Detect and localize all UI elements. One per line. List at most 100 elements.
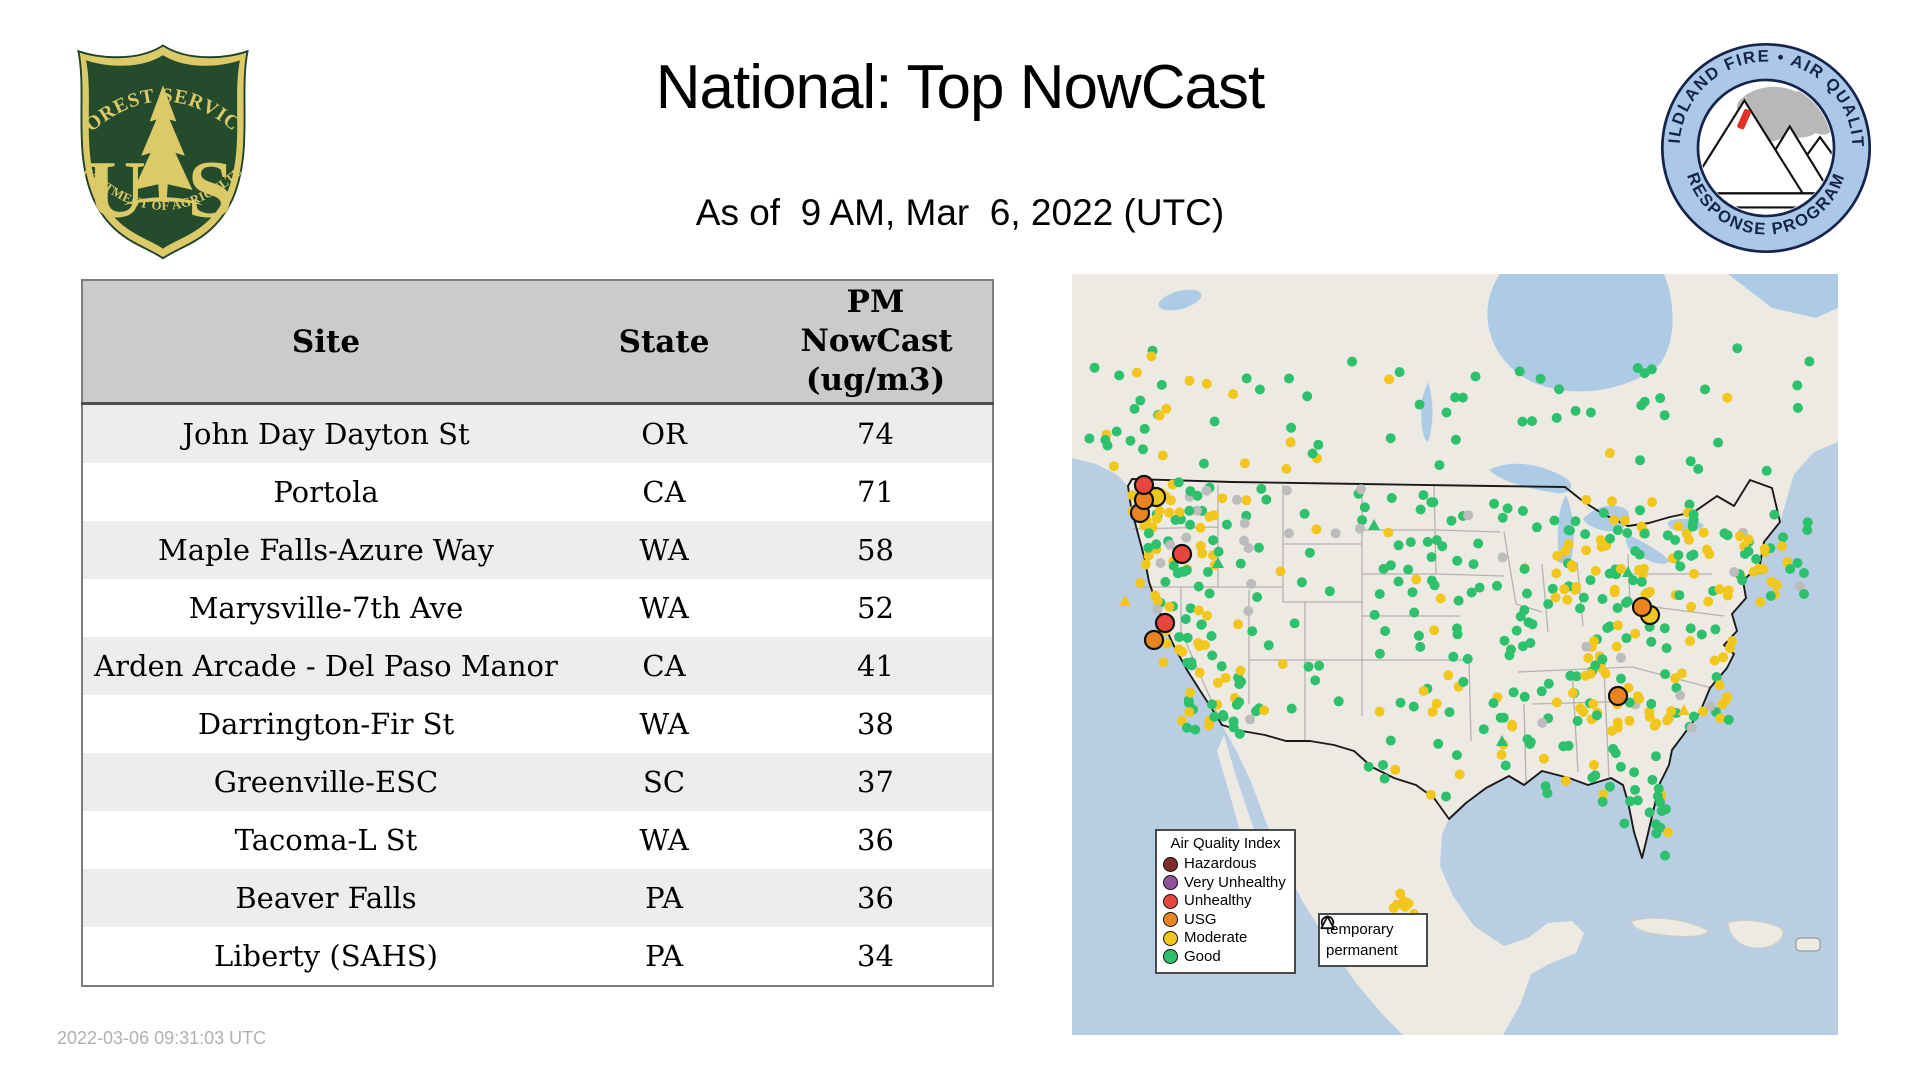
top-site-marker [1133,474,1155,496]
station-dot [1114,370,1125,381]
station-dot [1547,583,1558,594]
station-dot [1630,784,1640,795]
station-dot [1182,632,1193,643]
station-dot [1452,629,1463,640]
station-dot [1206,631,1217,641]
aqi-legend-item: Hazardous [1163,855,1288,874]
station-dot [1195,540,1206,551]
station-dot [1428,497,1439,508]
station-dot [1405,537,1416,548]
station-dot [1435,593,1446,604]
station-dot [1792,558,1803,568]
state-cell: OR [641,417,687,451]
station-dot [1089,362,1100,373]
value-cell: 36 [857,823,894,857]
station-dot [1426,552,1437,563]
station-dot [1296,577,1307,588]
station-dot [1799,589,1809,600]
station-dot [1560,546,1571,556]
station-dot [1415,504,1426,515]
station-dot [1403,898,1414,909]
station-dot [1732,343,1743,354]
station-dot [1239,458,1250,469]
station-dot [1639,396,1650,407]
station-dot [1150,590,1161,601]
station-dot [1495,712,1506,723]
station-dot [1157,450,1168,461]
station-dot [1570,405,1581,416]
station-dot [1383,527,1394,538]
station-dot [1612,717,1623,728]
aqi-legend-item: Moderate [1163,929,1288,948]
station-dot [1289,618,1300,629]
station-dot [1551,412,1562,423]
station-dot [1359,502,1370,513]
station-dot [1393,540,1404,551]
station-dot [1184,707,1195,718]
station-dot [1792,380,1803,391]
station-dot [1804,356,1815,367]
station-dot [1722,392,1733,403]
site-cell: Tacoma-L St [234,823,418,857]
station-dot [1719,528,1730,539]
station-dot [1111,426,1122,437]
station-dot [1572,716,1583,726]
station-dot [1511,625,1522,636]
good-dot-icon [1163,949,1178,965]
station-dot [1715,713,1726,724]
station-dot [1425,789,1436,800]
column-header-state: State [569,280,759,405]
station-dot [1239,535,1249,546]
table-row: Greenville-ESC SC 37 [82,753,993,811]
station-dot [1395,697,1406,708]
station-dot [1703,596,1714,607]
station-dot [1537,717,1548,728]
station-dot [1261,494,1272,505]
station-dot [1551,568,1562,579]
station-dot [1202,610,1212,621]
unhealthy-dot-icon [1163,893,1178,909]
station-dot [1286,422,1297,433]
station-dot [1356,484,1366,495]
table-header-row: Site State PM NowCast (ug/m3) [82,280,993,405]
station-dot [1673,550,1684,561]
station-dot [1727,636,1738,647]
station-dot [1450,434,1461,445]
station-dot [1418,686,1429,696]
station-dot [1131,367,1142,378]
station-dot [1693,464,1704,474]
station-dot [1629,767,1640,778]
station-dot [1632,363,1643,373]
state-cell: PA [645,939,683,973]
station-dot [1283,528,1294,539]
station-dot [1554,384,1565,395]
station-dot [1596,541,1607,552]
station-dot [1138,444,1148,455]
station-dot [1535,373,1546,384]
station-dot [1478,724,1489,735]
station-dot [1303,661,1314,672]
station-dot [1434,460,1445,471]
station-dot [1515,611,1526,622]
station-dot [1209,416,1220,427]
station-dot [1675,690,1686,701]
station-dot [1129,403,1140,414]
station-dot [1429,625,1440,636]
station-dot [1651,751,1661,762]
station-dot [1228,389,1239,400]
station-dot [1578,592,1589,603]
station-dot [1241,495,1252,506]
station-dot [1605,533,1616,544]
map-puerto-rico [1795,937,1821,952]
station-dot [1184,505,1195,516]
station-dot [1384,374,1395,385]
site-cell: Maple Falls-Azure Way [158,533,494,567]
station-dot [1409,607,1420,618]
station-dot [1647,497,1658,508]
station-dot [1164,601,1175,612]
station-dot [1590,565,1601,576]
aqi-legend-item: Good [1163,948,1288,967]
site-cell: Darrington-Fir St [197,707,455,741]
station-dot [1622,528,1633,538]
station-dot [1313,439,1324,450]
